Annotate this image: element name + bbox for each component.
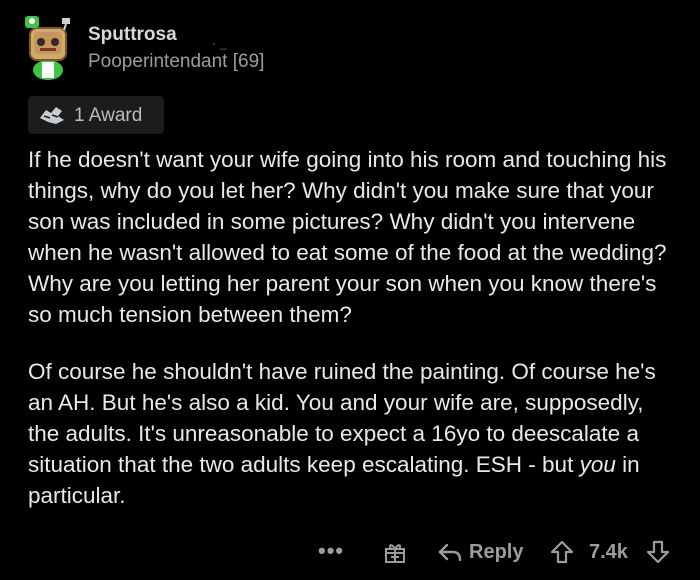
award-chip[interactable]: 1 Award [28,96,164,134]
vote-score: 7.4k [589,541,628,563]
comment-body: If he doesn't want your wife going into … [28,144,680,537]
comment-emphasis: you [579,452,616,477]
upvote-arrow-icon[interactable] [549,539,575,565]
user-avatar[interactable] [22,14,74,80]
reply-button[interactable]: Reply [469,541,523,564]
username-decoration: ·_ [212,36,231,50]
comment-header: Sputtrosa ·_ Pooperintendant [69] [22,10,682,82]
user-flair: Pooperintendant [69] [88,51,265,72]
downvote-arrow-icon[interactable] [645,539,671,565]
snoo-avatar-icon [25,16,70,80]
comment-paragraph-2-text: Of course he shouldn't have ruined the p… [28,359,656,477]
award-hands-icon [40,107,64,124]
reply-arrow-icon[interactable] [437,541,463,563]
comment-actions: ••• Reply 7.4k [0,532,700,572]
comment-paragraph-1: If he doesn't want your wife going into … [28,147,667,327]
gift-icon[interactable] [383,541,407,565]
more-dots-icon[interactable]: ••• [318,538,344,564]
comment-paragraph-2: Of course he shouldn't have ruined the p… [28,356,680,511]
award-label: 1 Award [74,105,143,126]
username[interactable]: Sputtrosa [88,24,177,46]
